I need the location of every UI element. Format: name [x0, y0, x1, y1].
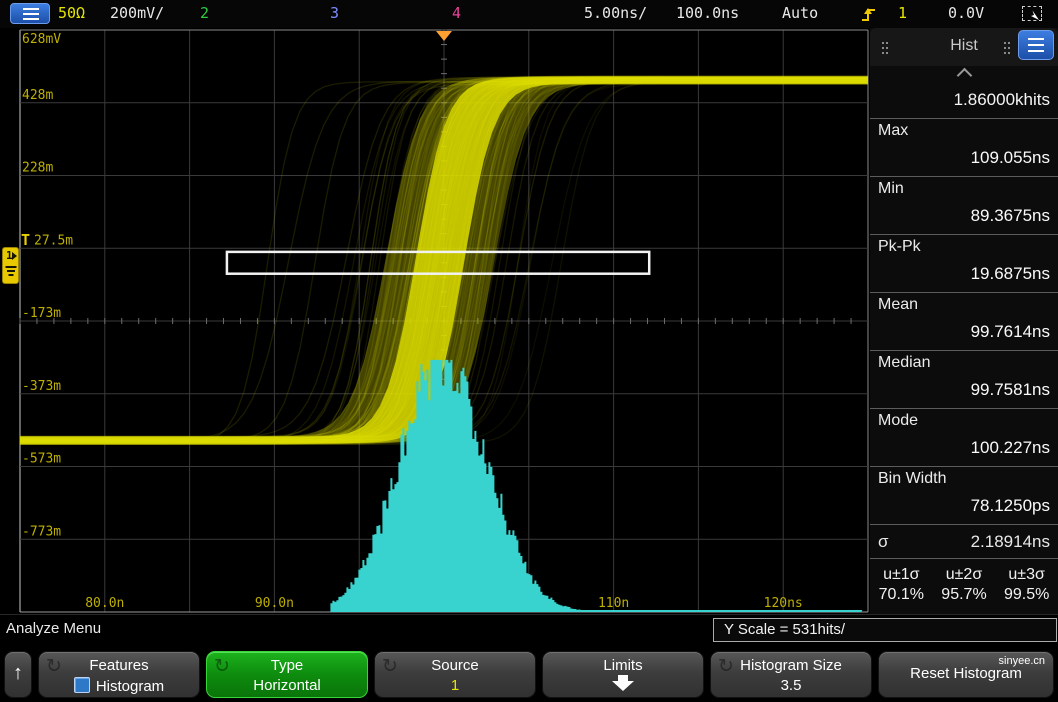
- svg-text:-573m: -573m: [22, 452, 61, 467]
- channel1-ground-marker[interactable]: 1: [2, 247, 19, 284]
- svg-text:-373m: -373m: [22, 379, 61, 394]
- timebase-value[interactable]: 5.00ns/: [584, 4, 647, 22]
- stat-row-pkpk: Pk-Pk 19.6875ns: [870, 234, 1058, 292]
- svg-text:120ns: 120ns: [764, 596, 803, 611]
- trigger-level-marker[interactable]: T: [21, 231, 30, 249]
- sigma3-value: 99.5%: [1004, 586, 1049, 604]
- softkey-menu-bar: Analyze Menu Y Scale = 531hits/ ↑ ↻ Feat…: [0, 614, 1058, 702]
- sigma-label: σ: [878, 532, 889, 552]
- softkey-reset-histogram[interactable]: sinyee.cn Reset Histogram: [878, 651, 1054, 698]
- channel-4-button[interactable]: 4: [452, 4, 461, 22]
- softkey-value: 3.5: [711, 677, 871, 694]
- softkey-type[interactable]: ↻ Type Horizontal: [206, 651, 368, 698]
- pointer-select-icon[interactable]: [1022, 6, 1042, 21]
- stat-row-mean: Mean 99.7614ns: [870, 292, 1058, 350]
- hist-total-hits: 1.86000khits: [870, 80, 1058, 118]
- sigma1-value: 70.1%: [879, 586, 924, 604]
- waveform-histogram-plot: 628mV 428m 228m 27.5m -173m -373m -573m -773m 80…: [0, 28, 870, 614]
- delay-value[interactable]: 100.0ns: [676, 4, 739, 22]
- cycle-icon: ↻: [46, 655, 62, 677]
- sigma3-label: u±3σ: [1008, 566, 1044, 584]
- softkey-label: Histogram Size: [711, 657, 871, 674]
- svg-text:628mV: 628mV: [22, 32, 61, 47]
- svg-text:-773m: -773m: [22, 524, 61, 539]
- sigma1-label: u±1σ: [883, 566, 919, 584]
- softkey-value: Horizontal: [207, 677, 367, 694]
- softkey-label: Type: [207, 657, 367, 674]
- softkey-histogram-size[interactable]: ↻ Histogram Size 3.5: [710, 651, 872, 698]
- checkbox-icon[interactable]: [74, 677, 90, 693]
- stat-value: 78.1250ps: [878, 496, 1050, 516]
- stat-value: 19.6875ns: [878, 264, 1050, 284]
- softkey-value: 1: [375, 677, 535, 694]
- softkey-label: Source: [375, 657, 535, 674]
- stat-row-max: Max 109.055ns: [870, 118, 1058, 176]
- marker-arrow-icon: [12, 252, 17, 260]
- sigma-value: 2.18914ns: [971, 532, 1050, 552]
- menu-title: Analyze Menu: [6, 620, 101, 637]
- sigma2-value: 95.7%: [941, 586, 986, 604]
- stat-label: Max: [878, 122, 1050, 140]
- main-menu-button[interactable]: [10, 3, 50, 24]
- hamburger-icon: [1028, 38, 1044, 40]
- stat-row-min: Min 89.3675ns: [870, 176, 1058, 234]
- stat-value: 99.7614ns: [878, 322, 1050, 342]
- trigger-slope-icon: [860, 4, 878, 24]
- svg-text:428m: 428m: [22, 88, 53, 103]
- trigger-level[interactable]: 0.0V: [948, 4, 984, 22]
- sigma2-label: u±2σ: [946, 566, 982, 584]
- hist-panel: Hist 1.86000khits Max 109.055ns Min 89.3…: [870, 28, 1058, 614]
- acquisition-mode[interactable]: Auto: [782, 4, 818, 22]
- channel-2-button[interactable]: 2: [200, 4, 209, 22]
- y-scale-readout: Y Scale = 531hits/: [713, 618, 1057, 642]
- stat-label: Bin Width: [878, 470, 1050, 488]
- ch1-scale[interactable]: 200mV/: [110, 4, 164, 22]
- stat-label: Pk-Pk: [878, 238, 1050, 256]
- oscilloscope-screen: 50Ω 200mV/ 2 3 4 5.00ns/ 100.0ns Auto 1 …: [0, 0, 1058, 702]
- scope-display[interactable]: 628mV 428m 228m 27.5m -173m -373m -573m -773m 80…: [0, 28, 870, 614]
- stat-row-mode: Mode 100.227ns: [870, 408, 1058, 466]
- svg-text:228m: 228m: [22, 161, 53, 176]
- stat-row-median: Median 99.7581ns: [870, 350, 1058, 408]
- stat-label: Mode: [878, 412, 1050, 430]
- panel-menu-button[interactable]: [1018, 30, 1054, 60]
- stat-row-sigma: σ 2.18914ns: [870, 524, 1058, 558]
- softkey-source[interactable]: ↻ Source 1: [374, 651, 536, 698]
- cycle-icon: ↻: [382, 655, 398, 677]
- stat-label: Median: [878, 354, 1050, 372]
- stat-label: Mean: [878, 296, 1050, 314]
- ch1-impedance[interactable]: 50Ω: [58, 4, 85, 22]
- top-status-bar: 50Ω 200mV/ 2 3 4 5.00ns/ 100.0ns Auto 1 …: [0, 0, 1058, 29]
- svg-text:80.0n: 80.0n: [85, 596, 124, 611]
- stat-value: 99.7581ns: [878, 380, 1050, 400]
- stat-row-binwidth: Bin Width 78.1250ps: [870, 466, 1058, 524]
- trigger-source[interactable]: 1: [898, 4, 907, 22]
- drag-grip-icon[interactable]: [1004, 42, 1006, 44]
- softkey-value: Histogram: [96, 678, 164, 695]
- stat-value: 100.227ns: [878, 438, 1050, 458]
- softkey-label: Features: [39, 657, 199, 674]
- ground-icon: [5, 266, 16, 268]
- svg-text:90.0n: 90.0n: [255, 596, 294, 611]
- hist-panel-header[interactable]: Hist: [870, 28, 1058, 66]
- softkey-label: Limits: [543, 657, 703, 674]
- cycle-icon: ↻: [718, 655, 734, 677]
- softkey-limits[interactable]: Limits: [542, 651, 704, 698]
- back-button[interactable]: ↑: [4, 651, 32, 698]
- hamburger-icon: [23, 8, 39, 10]
- watermark: sinyee.cn: [999, 655, 1045, 667]
- cycle-icon: ↻: [214, 655, 230, 677]
- up-arrow-icon: ↑: [5, 652, 31, 694]
- softkey-features[interactable]: ↻ Features Histogram: [38, 651, 200, 698]
- channel-3-button[interactable]: 3: [330, 4, 339, 22]
- sigma-percent-table: u±1σ u±2σ u±3σ 70.1% 95.7% 99.5%: [870, 558, 1058, 614]
- stat-value: 109.055ns: [878, 148, 1050, 168]
- stat-value: 89.3675ns: [878, 206, 1050, 226]
- svg-text:110n: 110n: [598, 596, 629, 611]
- svg-text:27.5m: 27.5m: [34, 233, 73, 248]
- stat-label: Min: [878, 180, 1050, 198]
- svg-text:-173m: -173m: [22, 306, 61, 321]
